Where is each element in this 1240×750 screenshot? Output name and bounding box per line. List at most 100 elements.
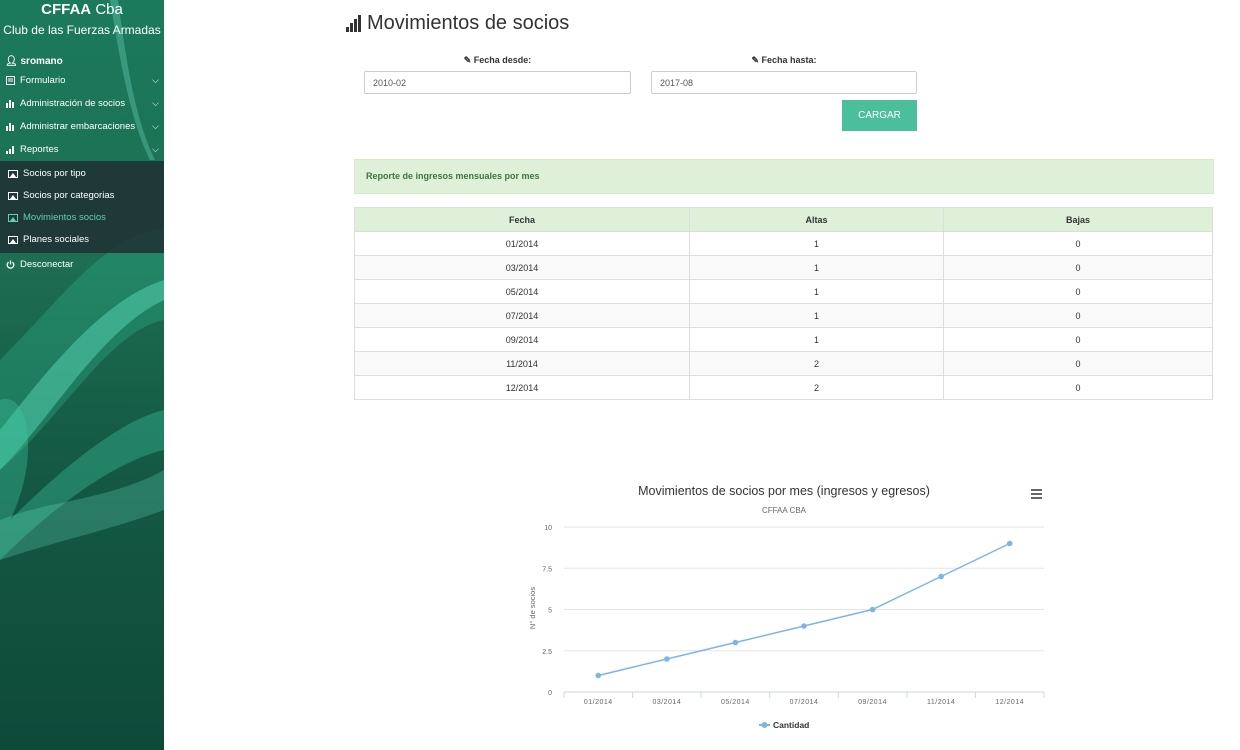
cell-fecha: 01/2014 — [354, 231, 690, 256]
table-row: 05/2014 1 0 — [354, 279, 1213, 304]
to-date-label-text: Fecha hasta: — [761, 55, 817, 65]
x-tick-label: 07/2014 — [790, 699, 819, 706]
legend-label: Cantidad — [773, 720, 809, 730]
cell-bajas: 0 — [943, 255, 1213, 280]
load-button[interactable]: CARGAR — [842, 100, 917, 131]
table-row: 01/2014 1 0 — [354, 231, 1213, 256]
y-tick-label: 2.5 — [542, 649, 552, 656]
sidebar-item-desconectar[interactable]: Desconectar — [0, 253, 164, 276]
cell-altas: 1 — [689, 279, 944, 304]
sidebar-item-admin-socios[interactable]: Administración de socios ⌵ — [0, 92, 164, 115]
signal-icon — [5, 145, 15, 155]
to-date-input[interactable] — [651, 71, 917, 94]
table-header-row: Fecha Altas Bajas — [354, 207, 1213, 232]
page-title: Movimientos de socios — [346, 11, 569, 35]
x-tick-label: 12/2014 — [995, 699, 1024, 706]
cell-fecha: 03/2014 — [354, 255, 690, 280]
submenu-item-movimientos-socios[interactable]: Movimientos socios — [0, 207, 164, 229]
x-tick-label: 11/2014 — [927, 699, 955, 706]
pencil-icon: ✎ — [751, 55, 759, 65]
data-point — [801, 623, 807, 629]
movements-chart: Movimientos de socios por mes (ingresos … — [528, 484, 1045, 730]
cell-bajas: 0 — [943, 231, 1213, 256]
from-date-label-text: Fecha desde: — [473, 55, 532, 65]
chevron-down-icon: ⌵ — [152, 144, 159, 154]
submenu-item-socios-por-categorias[interactable]: Socios por categorias — [0, 185, 164, 207]
data-point — [938, 573, 944, 580]
x-tick-label: 09/2014 — [858, 699, 887, 706]
brand-name-rest: Cba — [95, 1, 123, 18]
chevron-down-icon: ⌵ — [152, 98, 159, 108]
brand: CFFAA Cba Club de las Fuerzas Armadas — [0, 0, 164, 41]
user-name[interactable]: 👤︎ sromano — [0, 55, 164, 69]
from-date-label: ✎ Fecha desde: — [364, 55, 631, 66]
image-icon — [8, 192, 18, 200]
data-point — [1006, 540, 1013, 547]
form-icon — [5, 76, 15, 86]
column-header-altas[interactable]: Altas — [689, 207, 944, 232]
table-row: 03/2014 1 0 — [354, 255, 1213, 280]
bar-chart-icon — [5, 122, 15, 132]
sidebar-item-label: Formulario — [20, 75, 66, 86]
cell-fecha: 05/2014 — [354, 279, 690, 304]
cell-bajas: 0 — [943, 327, 1213, 352]
report-heading: Reporte de ingresos mensuales por mes — [354, 159, 1214, 194]
sidebar-item-admin-embarcaciones[interactable]: Administrar embarcaciones ⌵ — [0, 115, 164, 138]
cell-fecha: 09/2014 — [354, 327, 690, 352]
to-date-label: ✎ Fecha hasta: — [651, 55, 917, 66]
chevron-down-icon: ⌵ — [152, 121, 159, 131]
submenu-item-label: Planes sociales — [23, 234, 90, 245]
y-tick-label: 10 — [544, 525, 552, 532]
page-title-text: Movimientos de socios — [367, 11, 570, 34]
cell-altas: 2 — [689, 351, 944, 376]
legend-marker — [761, 722, 768, 728]
image-icon — [8, 236, 18, 244]
chart-title: Movimientos de socios por mes (ingresos … — [638, 484, 930, 498]
y-tick-label: 0 — [548, 690, 552, 697]
submenu-item-label: Socios por categorias — [23, 190, 115, 201]
column-header-bajas[interactable]: Bajas — [943, 207, 1213, 232]
data-point — [595, 672, 602, 679]
chart-subtitle: CFFAA CBA — [762, 506, 807, 515]
table-row: 07/2014 1 0 — [354, 303, 1213, 328]
submenu-item-socios-por-tipo[interactable]: Socios por tipo — [0, 163, 164, 185]
table-row: 12/2014 2 0 — [354, 375, 1213, 400]
cell-altas: 2 — [689, 375, 944, 400]
power-icon — [5, 260, 15, 270]
chart-menu-icon[interactable] — [1031, 489, 1042, 499]
y-axis-label: N° de socios — [528, 587, 537, 629]
cell-altas: 1 — [689, 231, 944, 256]
sidebar-item-label: Administración de socios — [20, 98, 126, 109]
x-tick-label: 03/2014 — [652, 699, 681, 706]
chevron-down-icon: ⌵ — [152, 75, 159, 85]
sidebar-item-label: Administrar embarcaciones — [20, 121, 136, 132]
sidebar-item-label: Reportes — [20, 144, 59, 155]
cell-bajas: 0 — [943, 279, 1213, 304]
submenu-item-planes-sociales[interactable]: Planes sociales — [0, 229, 164, 251]
table-row: 09/2014 1 0 — [354, 327, 1213, 352]
sidebar-item-label: Desconectar — [20, 259, 74, 270]
cell-bajas: 0 — [943, 303, 1213, 328]
chart-legend[interactable]: Cantidad — [759, 720, 809, 730]
cell-bajas: 0 — [943, 375, 1213, 400]
from-date-input[interactable] — [364, 71, 631, 94]
image-icon — [8, 170, 18, 178]
reportes-submenu: Socios por tipo Socios por categorias Mo… — [0, 161, 164, 253]
data-point — [732, 639, 739, 646]
cell-altas: 1 — [689, 327, 944, 352]
cell-fecha: 12/2014 — [354, 375, 690, 400]
submenu-item-label: Socios por tipo — [23, 168, 86, 179]
user-name-label: sromano — [20, 56, 63, 67]
cell-fecha: 11/2014 — [354, 351, 690, 376]
column-header-fecha[interactable]: Fecha — [354, 207, 690, 232]
sidebar-item-formulario[interactable]: Formulario ⌵ — [0, 69, 164, 92]
sidebar-nav: Formulario ⌵ Administración de socios ⌵ … — [0, 69, 164, 276]
sidebar-item-reportes[interactable]: Reportes ⌵ — [0, 138, 164, 161]
x-tick-label: 01/2014 — [584, 699, 613, 706]
submenu-item-label: Movimientos socios — [23, 212, 106, 223]
brand-name-bold: CFFAA — [41, 1, 92, 18]
bar-chart-icon — [5, 99, 15, 109]
image-icon — [8, 214, 18, 222]
pencil-icon: ✎ — [463, 55, 472, 65]
cell-altas: 1 — [689, 255, 944, 280]
